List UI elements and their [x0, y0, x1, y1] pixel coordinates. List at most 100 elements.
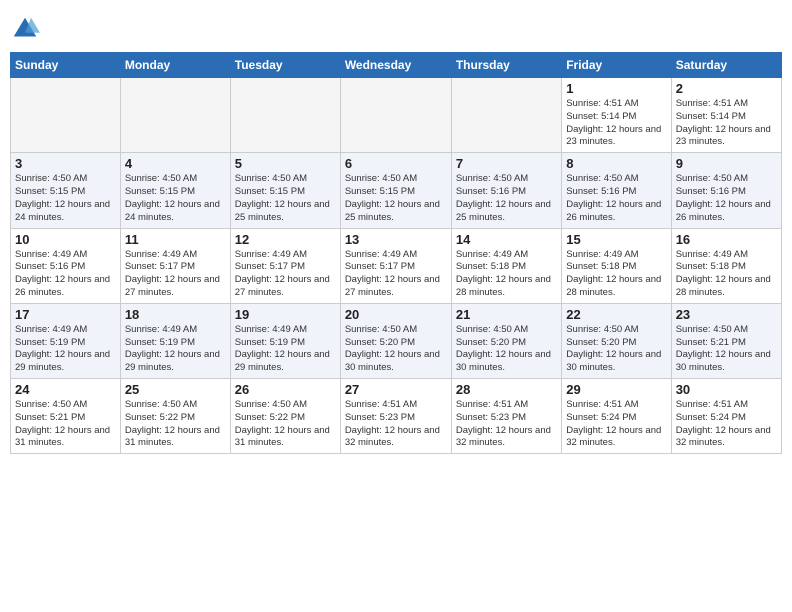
- calendar-cell: 16 Sunrise: 4:49 AMSunset: 5:18 PMDayligh…: [671, 228, 781, 303]
- day-info: Sunrise: 4:51 AMSunset: 5:23 PMDaylight:…: [345, 399, 447, 450]
- calendar-cell: 23 Sunrise: 4:50 AMSunset: 5:21 PMDayligh…: [671, 303, 781, 378]
- day-number: 15: [566, 232, 666, 247]
- calendar-cell: 28 Sunrise: 4:51 AMSunset: 5:23 PMDayligh…: [451, 379, 561, 454]
- day-number: 17: [15, 307, 116, 322]
- day-number: 16: [676, 232, 777, 247]
- calendar-cell: 11Sunrise: 4:49 AMSunset: 5:17 PMDayligh…: [120, 228, 230, 303]
- day-info: Sunrise: 4:50 AMSunset: 5:21 PMDaylight:…: [15, 399, 116, 450]
- calendar-week-row: 24 Sunrise: 4:50 AMSunset: 5:21 PMDayligh…: [11, 379, 782, 454]
- day-info: Sunrise: 4:49 AMSunset: 5:17 PMDaylight:…: [345, 249, 447, 300]
- calendar-cell: 30 Sunrise: 4:51 AMSunset: 5:24 PMDayligh…: [671, 379, 781, 454]
- calendar-cell: 22 Sunrise: 4:50 AMSunset: 5:20 PMDayligh…: [562, 303, 671, 378]
- day-info: Sunrise: 4:49 AMSunset: 5:19 PMDaylight:…: [235, 324, 336, 375]
- calendar-cell: 25Sunrise: 4:50 AMSunset: 5:22 PMDayligh…: [120, 379, 230, 454]
- calendar-cell: 15Sunrise: 4:49 AMSunset: 5:18 PMDayligh…: [562, 228, 671, 303]
- day-number: 7: [456, 156, 557, 171]
- calendar-cell: [120, 78, 230, 153]
- calendar-cell: [340, 78, 451, 153]
- day-info: Sunrise: 4:50 AMSunset: 5:15 PMDaylight:…: [235, 173, 336, 224]
- day-number: 4: [125, 156, 226, 171]
- day-info: Sunrise: 4:51 AMSunset: 5:24 PMDaylight:…: [566, 399, 666, 450]
- calendar-cell: 18 Sunrise: 4:49 AMSunset: 5:19 PMDayligh…: [120, 303, 230, 378]
- calendar-cell: [230, 78, 340, 153]
- calendar-cell: 17 Sunrise: 4:49 AMSunset: 5:19 PMDayligh…: [11, 303, 121, 378]
- calendar-cell: 4 Sunrise: 4:50 AMSunset: 5:15 PMDaylight…: [120, 153, 230, 228]
- day-info: Sunrise: 4:50 AMSunset: 5:16 PMDaylight:…: [676, 173, 777, 224]
- day-info: Sunrise: 4:50 AMSunset: 5:20 PMDaylight:…: [345, 324, 447, 375]
- day-number: 21: [456, 307, 557, 322]
- calendar-cell: 6Sunrise: 4:50 AMSunset: 5:15 PMDaylight…: [340, 153, 451, 228]
- day-number: 5: [235, 156, 336, 171]
- day-number: 26: [235, 382, 336, 397]
- calendar-cell: 24 Sunrise: 4:50 AMSunset: 5:21 PMDayligh…: [11, 379, 121, 454]
- calendar-cell: 9Sunrise: 4:50 AMSunset: 5:16 PMDaylight…: [671, 153, 781, 228]
- weekday-header: Friday: [562, 53, 671, 78]
- day-number: 1: [566, 81, 666, 96]
- calendar-week-row: 17 Sunrise: 4:49 AMSunset: 5:19 PMDayligh…: [11, 303, 782, 378]
- day-info: Sunrise: 4:50 AMSunset: 5:15 PMDaylight:…: [15, 173, 116, 224]
- day-number: 22: [566, 307, 666, 322]
- day-number: 8: [566, 156, 666, 171]
- day-info: Sunrise: 4:51 AMSunset: 5:24 PMDaylight:…: [676, 399, 777, 450]
- calendar-cell: 12Sunrise: 4:49 AMSunset: 5:17 PMDayligh…: [230, 228, 340, 303]
- day-number: 29: [566, 382, 666, 397]
- weekday-header: Thursday: [451, 53, 561, 78]
- day-info: Sunrise: 4:50 AMSunset: 5:16 PMDaylight:…: [456, 173, 557, 224]
- day-number: 30: [676, 382, 777, 397]
- page: SundayMondayTuesdayWednesdayThursdayFrid…: [0, 0, 792, 612]
- calendar-cell: 20 Sunrise: 4:50 AMSunset: 5:20 PMDayligh…: [340, 303, 451, 378]
- logo-icon: [10, 14, 40, 44]
- calendar-cell: 14 Sunrise: 4:49 AMSunset: 5:18 PMDayligh…: [451, 228, 561, 303]
- calendar-cell: 7 Sunrise: 4:50 AMSunset: 5:16 PMDaylight…: [451, 153, 561, 228]
- weekday-header: Wednesday: [340, 53, 451, 78]
- day-info: Sunrise: 4:49 AMSunset: 5:19 PMDaylight:…: [125, 324, 226, 375]
- day-number: 23: [676, 307, 777, 322]
- day-number: 12: [235, 232, 336, 247]
- day-number: 27: [345, 382, 447, 397]
- calendar-cell: 29 Sunrise: 4:51 AMSunset: 5:24 PMDayligh…: [562, 379, 671, 454]
- weekday-header-row: SundayMondayTuesdayWednesdayThursdayFrid…: [11, 53, 782, 78]
- calendar-cell: [451, 78, 561, 153]
- weekday-header: Tuesday: [230, 53, 340, 78]
- calendar: SundayMondayTuesdayWednesdayThursdayFrid…: [10, 52, 782, 454]
- weekday-header: Monday: [120, 53, 230, 78]
- day-info: Sunrise: 4:50 AMSunset: 5:21 PMDaylight:…: [676, 324, 777, 375]
- day-info: Sunrise: 4:49 AMSunset: 5:17 PMDaylight:…: [125, 249, 226, 300]
- calendar-cell: 5 Sunrise: 4:50 AMSunset: 5:15 PMDaylight…: [230, 153, 340, 228]
- day-info: Sunrise: 4:50 AMSunset: 5:16 PMDaylight:…: [566, 173, 666, 224]
- calendar-week-row: 10Sunrise: 4:49 AMSunset: 5:16 PMDayligh…: [11, 228, 782, 303]
- day-info: Sunrise: 4:49 AMSunset: 5:18 PMDaylight:…: [676, 249, 777, 300]
- day-number: 19: [235, 307, 336, 322]
- day-info: Sunrise: 4:51 AMSunset: 5:23 PMDaylight:…: [456, 399, 557, 450]
- day-info: Sunrise: 4:49 AMSunset: 5:16 PMDaylight:…: [15, 249, 116, 300]
- day-number: 28: [456, 382, 557, 397]
- day-number: 20: [345, 307, 447, 322]
- calendar-cell: 13 Sunrise: 4:49 AMSunset: 5:17 PMDayligh…: [340, 228, 451, 303]
- day-info: Sunrise: 4:50 AMSunset: 5:15 PMDaylight:…: [345, 173, 447, 224]
- calendar-cell: 27 Sunrise: 4:51 AMSunset: 5:23 PMDayligh…: [340, 379, 451, 454]
- calendar-cell: 8 Sunrise: 4:50 AMSunset: 5:16 PMDaylight…: [562, 153, 671, 228]
- day-number: 3: [15, 156, 116, 171]
- day-number: 14: [456, 232, 557, 247]
- calendar-cell: 1 Sunrise: 4:51 AMSunset: 5:14 PMDaylight…: [562, 78, 671, 153]
- calendar-week-row: 3 Sunrise: 4:50 AMSunset: 5:15 PMDaylight…: [11, 153, 782, 228]
- day-info: Sunrise: 4:51 AMSunset: 5:14 PMDaylight:…: [676, 98, 777, 149]
- day-info: Sunrise: 4:49 AMSunset: 5:18 PMDaylight:…: [456, 249, 557, 300]
- day-info: Sunrise: 4:50 AMSunset: 5:20 PMDaylight:…: [566, 324, 666, 375]
- calendar-cell: 21 Sunrise: 4:50 AMSunset: 5:20 PMDayligh…: [451, 303, 561, 378]
- day-info: Sunrise: 4:51 AMSunset: 5:14 PMDaylight:…: [566, 98, 666, 149]
- day-number: 2: [676, 81, 777, 96]
- day-number: 13: [345, 232, 447, 247]
- calendar-cell: 2 Sunrise: 4:51 AMSunset: 5:14 PMDaylight…: [671, 78, 781, 153]
- day-number: 18: [125, 307, 226, 322]
- calendar-cell: 10Sunrise: 4:49 AMSunset: 5:16 PMDayligh…: [11, 228, 121, 303]
- calendar-cell: [11, 78, 121, 153]
- calendar-cell: 19 Sunrise: 4:49 AMSunset: 5:19 PMDayligh…: [230, 303, 340, 378]
- calendar-week-row: 1 Sunrise: 4:51 AMSunset: 5:14 PMDaylight…: [11, 78, 782, 153]
- day-info: Sunrise: 4:50 AMSunset: 5:15 PMDaylight:…: [125, 173, 226, 224]
- day-info: Sunrise: 4:50 AMSunset: 5:20 PMDaylight:…: [456, 324, 557, 375]
- day-info: Sunrise: 4:49 AMSunset: 5:19 PMDaylight:…: [15, 324, 116, 375]
- calendar-cell: 26Sunrise: 4:50 AMSunset: 5:22 PMDayligh…: [230, 379, 340, 454]
- logo: [10, 14, 44, 44]
- day-number: 24: [15, 382, 116, 397]
